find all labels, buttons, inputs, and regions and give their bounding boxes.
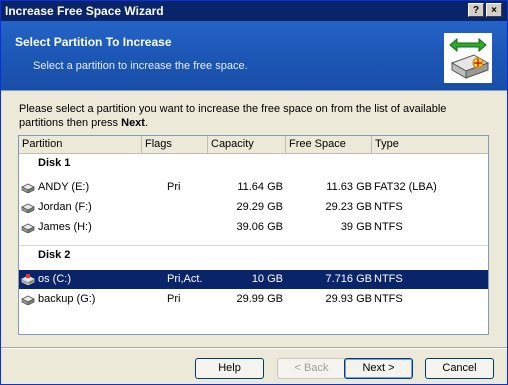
column-header-type[interactable]: Type — [372, 136, 488, 153]
partition-capacity: 29.29 GB — [236, 201, 283, 213]
partition-type: NTFS — [374, 273, 403, 285]
table-row[interactable]: Jordan (F:) 29.29 GB 29.23 GB NTFS — [19, 198, 488, 217]
back-button[interactable]: < Back — [277, 358, 346, 379]
next-button[interactable]: Next > — [344, 358, 413, 379]
list-header: Partition Flags Capacity Free Space Type — [19, 136, 488, 154]
column-header-free-space[interactable]: Free Space — [286, 136, 372, 153]
partition-name: James (H:) — [38, 221, 92, 233]
cancel-button[interactable]: Cancel — [425, 358, 494, 379]
drive-icon — [21, 223, 35, 233]
partition-free-space: 7.716 GB — [325, 273, 372, 285]
page-title: Select Partition To Increase — [15, 35, 172, 49]
window-title: Increase Free Space Wizard — [5, 4, 164, 18]
table-row[interactable]: os (C:) Pri,Act. 10 GB 7.716 GB NTFS — [19, 270, 488, 289]
partition-free-space: 29.23 GB — [325, 201, 372, 213]
footer-divider — [1, 347, 507, 349]
wizard-header: Select Partition To Increase Select a pa… — [1, 21, 507, 91]
partition-name: os (C:) — [38, 273, 71, 285]
partition-capacity: 11.64 GB — [237, 181, 283, 193]
table-row[interactable]: ANDY (E:) Pri 11.64 GB 11.63 GB FAT32 (L… — [19, 178, 488, 197]
page-subtitle: Select a partition to increase the free … — [33, 60, 248, 72]
partition-list[interactable]: Partition Flags Capacity Free Space Type… — [18, 135, 489, 335]
table-row[interactable]: backup (G:) Pri 29.99 GB 29.93 GB NTFS — [19, 290, 488, 309]
partition-name: backup (G:) — [38, 293, 96, 305]
drive-icon — [21, 183, 35, 193]
partition-flags: Pri — [167, 181, 181, 193]
wizard-body: Please select a partition you want to in… — [1, 91, 507, 341]
partition-capacity: 10 GB — [251, 273, 283, 285]
partition-flags: Pri,Act. — [167, 273, 203, 285]
partition-name: Jordan (F:) — [38, 201, 92, 213]
column-header-partition[interactable]: Partition — [19, 136, 142, 153]
wizard-window: Increase Free Space Wizard ? × Select Pa… — [0, 0, 508, 385]
partition-flags: Pri — [167, 293, 181, 305]
disk-group-label: Disk 1 — [38, 157, 71, 169]
partition-name: ANDY (E:) — [38, 181, 90, 193]
disk-group-label: Disk 2 — [19, 245, 488, 263]
help-button[interactable]: Help — [195, 358, 264, 379]
partition-type: NTFS — [374, 201, 403, 213]
partition-free-space: 39 GB — [340, 221, 372, 233]
partition-type: FAT32 (LBA) — [374, 181, 437, 193]
instructions-next-emphasis: Next — [121, 117, 145, 129]
drive-icon — [21, 295, 35, 305]
partition-type: NTFS — [374, 221, 403, 233]
partition-resize-icon — [444, 33, 492, 83]
help-question-button[interactable]: ? — [468, 3, 484, 17]
title-bar[interactable]: Increase Free Space Wizard ? × — [1, 1, 507, 21]
drive-icon — [21, 203, 35, 213]
table-row[interactable]: James (H:) 39.06 GB 39 GB NTFS — [19, 218, 488, 237]
system-drive-icon — [21, 274, 35, 285]
partition-free-space: 29.93 GB — [325, 293, 372, 305]
instructions-text: Please select a partition you want to in… — [19, 103, 447, 129]
partition-type: NTFS — [374, 293, 403, 305]
column-header-capacity[interactable]: Capacity — [208, 136, 286, 153]
partition-capacity: 39.06 GB — [236, 221, 283, 233]
partition-capacity: 29.99 GB — [236, 293, 283, 305]
partition-free-space: 11.63 GB — [326, 181, 372, 193]
column-header-flags[interactable]: Flags — [142, 136, 208, 153]
close-button[interactable]: × — [486, 3, 502, 17]
